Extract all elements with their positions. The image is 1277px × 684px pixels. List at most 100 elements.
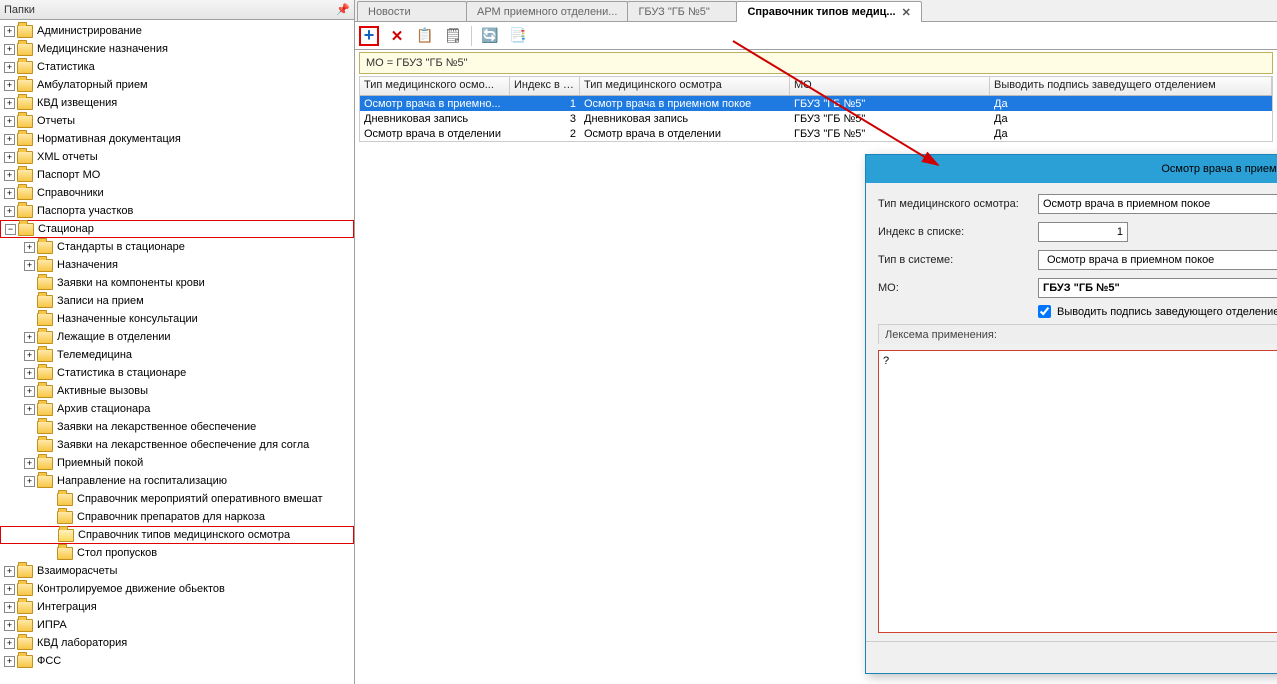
expand-icon[interactable]: + — [24, 332, 35, 343]
tab[interactable]: Новости — [357, 1, 467, 21]
folder-icon — [18, 223, 34, 236]
expand-icon[interactable]: + — [4, 566, 15, 577]
collapse-icon[interactable]: − — [5, 224, 16, 235]
tree-item[interactable]: +Лежащие в отделении — [0, 328, 354, 346]
tree-item[interactable]: Справочник мероприятий оперативного вмеш… — [0, 490, 354, 508]
lexeme-body[interactable]: ? — [878, 350, 1277, 633]
grid-body: Осмотр врача в приемно...1Осмотр врача в… — [360, 96, 1272, 141]
expand-icon[interactable]: + — [4, 98, 15, 109]
input-index[interactable] — [1038, 222, 1128, 242]
tree-item[interactable]: +Статистика — [0, 58, 354, 76]
grid-column-header[interactable]: Индекс в с... — [510, 77, 580, 95]
expand-icon[interactable]: + — [4, 638, 15, 649]
expand-icon[interactable]: + — [24, 350, 35, 361]
mo-field[interactable]: ГБУЗ "ГБ №5" — [1038, 278, 1277, 298]
tree-item[interactable]: +Интеграция — [0, 598, 354, 616]
add-button[interactable]: + — [359, 26, 379, 46]
tab-close-icon[interactable]: ✕ — [902, 6, 911, 19]
expand-icon[interactable]: + — [4, 134, 15, 145]
tree-item[interactable]: +XML отчеты — [0, 148, 354, 166]
tree-item[interactable]: +Амбулаторный прием — [0, 76, 354, 94]
expand-icon[interactable]: + — [4, 80, 15, 91]
tree-item[interactable]: Назначенные консультации — [0, 310, 354, 328]
tree-item[interactable]: +Статистика в стационаре — [0, 364, 354, 382]
expand-icon[interactable]: + — [4, 206, 15, 217]
expand-icon[interactable]: + — [4, 584, 15, 595]
table-row[interactable]: Осмотр врача в приемно...1Осмотр врача в… — [360, 96, 1272, 111]
expand-icon[interactable]: + — [4, 44, 15, 55]
tree-item[interactable]: +Направление на госпитализацию — [0, 472, 354, 490]
plus-icon: + — [364, 25, 375, 46]
tree-item[interactable]: +Справочники — [0, 184, 354, 202]
expand-icon[interactable]: + — [4, 26, 15, 37]
input-exam-type[interactable] — [1038, 194, 1277, 214]
expand-icon[interactable]: + — [24, 260, 35, 271]
tab-label: Новости — [368, 6, 411, 18]
folder-icon — [37, 439, 53, 452]
expand-icon[interactable]: + — [24, 386, 35, 397]
expand-icon[interactable]: + — [24, 368, 35, 379]
dialog-titlebar[interactable]: Осмотр врача в приемном покое — ▢ ✕ — [866, 155, 1277, 183]
tab[interactable]: АРМ приемного отделени... — [466, 1, 628, 21]
expand-icon[interactable]: + — [4, 116, 15, 127]
expand-icon[interactable]: + — [24, 458, 35, 469]
tree-item[interactable]: +ИПРА — [0, 616, 354, 634]
expand-icon[interactable]: + — [4, 188, 15, 199]
expand-icon[interactable]: + — [24, 242, 35, 253]
tree-item[interactable]: Заявки на лекарственное обеспечение — [0, 418, 354, 436]
select-systype[interactable]: Осмотр врача в приемном покое — [1038, 250, 1277, 270]
tab[interactable]: ГБУЗ "ГБ №5" — [627, 1, 737, 21]
table-row[interactable]: Дневниковая запись3Дневниковая записьГБУ… — [360, 111, 1272, 126]
grid-column-header[interactable]: МО — [790, 77, 990, 95]
tree-item[interactable]: Записи на прием — [0, 292, 354, 310]
tree-item[interactable]: +Отчеты — [0, 112, 354, 130]
filter-bar[interactable]: МО = ГБУЗ "ГБ №5" — [359, 52, 1273, 74]
tree-item[interactable]: +Нормативная документация — [0, 130, 354, 148]
toggle-blank — [45, 530, 56, 541]
tree-item[interactable]: +КВД извещения — [0, 94, 354, 112]
delete-button[interactable]: ✕ — [387, 26, 407, 46]
tree-item[interactable]: +Приемный покой — [0, 454, 354, 472]
expand-icon[interactable]: + — [4, 656, 15, 667]
tree-item[interactable]: +Стандарты в стационаре — [0, 238, 354, 256]
pin-icon[interactable]: 📌 — [336, 3, 350, 17]
tree-item[interactable]: +Администрирование — [0, 22, 354, 40]
expand-icon[interactable]: + — [24, 476, 35, 487]
grid-column-header[interactable]: Тип медицинского осмотра — [580, 77, 790, 95]
tree-item[interactable]: Стол пропусков — [0, 544, 354, 562]
expand-icon[interactable]: + — [4, 62, 15, 73]
toolbar-btn-2[interactable]: 🗒 — [443, 26, 463, 46]
folder-tree[interactable]: +Администрирование+Медицинские назначени… — [0, 20, 354, 684]
tree-item[interactable]: −Стационар — [0, 220, 354, 238]
folder-icon — [17, 115, 33, 128]
checkbox-show-signature[interactable] — [1038, 305, 1051, 318]
expand-icon[interactable]: + — [4, 170, 15, 181]
expand-icon[interactable]: + — [24, 404, 35, 415]
toolbar-btn-3[interactable]: 🔄 — [480, 26, 500, 46]
tree-item[interactable]: +Телемедицина — [0, 346, 354, 364]
tree-item[interactable]: +Паспорта участков — [0, 202, 354, 220]
tree-item[interactable]: +Паспорт МО — [0, 166, 354, 184]
tree-item[interactable]: +Контролируемое движение обьектов — [0, 580, 354, 598]
tree-item[interactable]: Заявки на компоненты крови — [0, 274, 354, 292]
toolbar-btn-4[interactable]: 📑 — [508, 26, 528, 46]
expand-icon[interactable]: + — [4, 620, 15, 631]
tree-item[interactable]: Заявки на лекарственное обеспечение для … — [0, 436, 354, 454]
tree-item[interactable]: Справочник препаратов для наркоза — [0, 508, 354, 526]
tree-item[interactable]: +Архив стационара — [0, 400, 354, 418]
grid-column-header[interactable]: Выводить подпись заведущего отделением — [990, 77, 1272, 95]
table-cell: Дневниковая запись — [360, 113, 510, 125]
expand-icon[interactable]: + — [4, 602, 15, 613]
tree-item[interactable]: +Взаиморасчеты — [0, 562, 354, 580]
tree-item[interactable]: +Медицинские назначения — [0, 40, 354, 58]
table-row[interactable]: Осмотр врача в отделении2Осмотр врача в … — [360, 126, 1272, 141]
tree-item[interactable]: Справочник типов медицинского осмотра — [0, 526, 354, 544]
tree-item[interactable]: +ФСС — [0, 652, 354, 670]
expand-icon[interactable]: + — [4, 152, 15, 163]
tree-item[interactable]: +Активные вызовы — [0, 382, 354, 400]
grid-column-header[interactable]: Тип медицинского осмо... — [360, 77, 510, 95]
tree-item[interactable]: +КВД лаборатория — [0, 634, 354, 652]
tree-item[interactable]: +Назначения — [0, 256, 354, 274]
tab[interactable]: Справочник типов медиц...✕ — [736, 1, 921, 22]
toolbar-btn-1[interactable]: 📋 — [415, 26, 435, 46]
